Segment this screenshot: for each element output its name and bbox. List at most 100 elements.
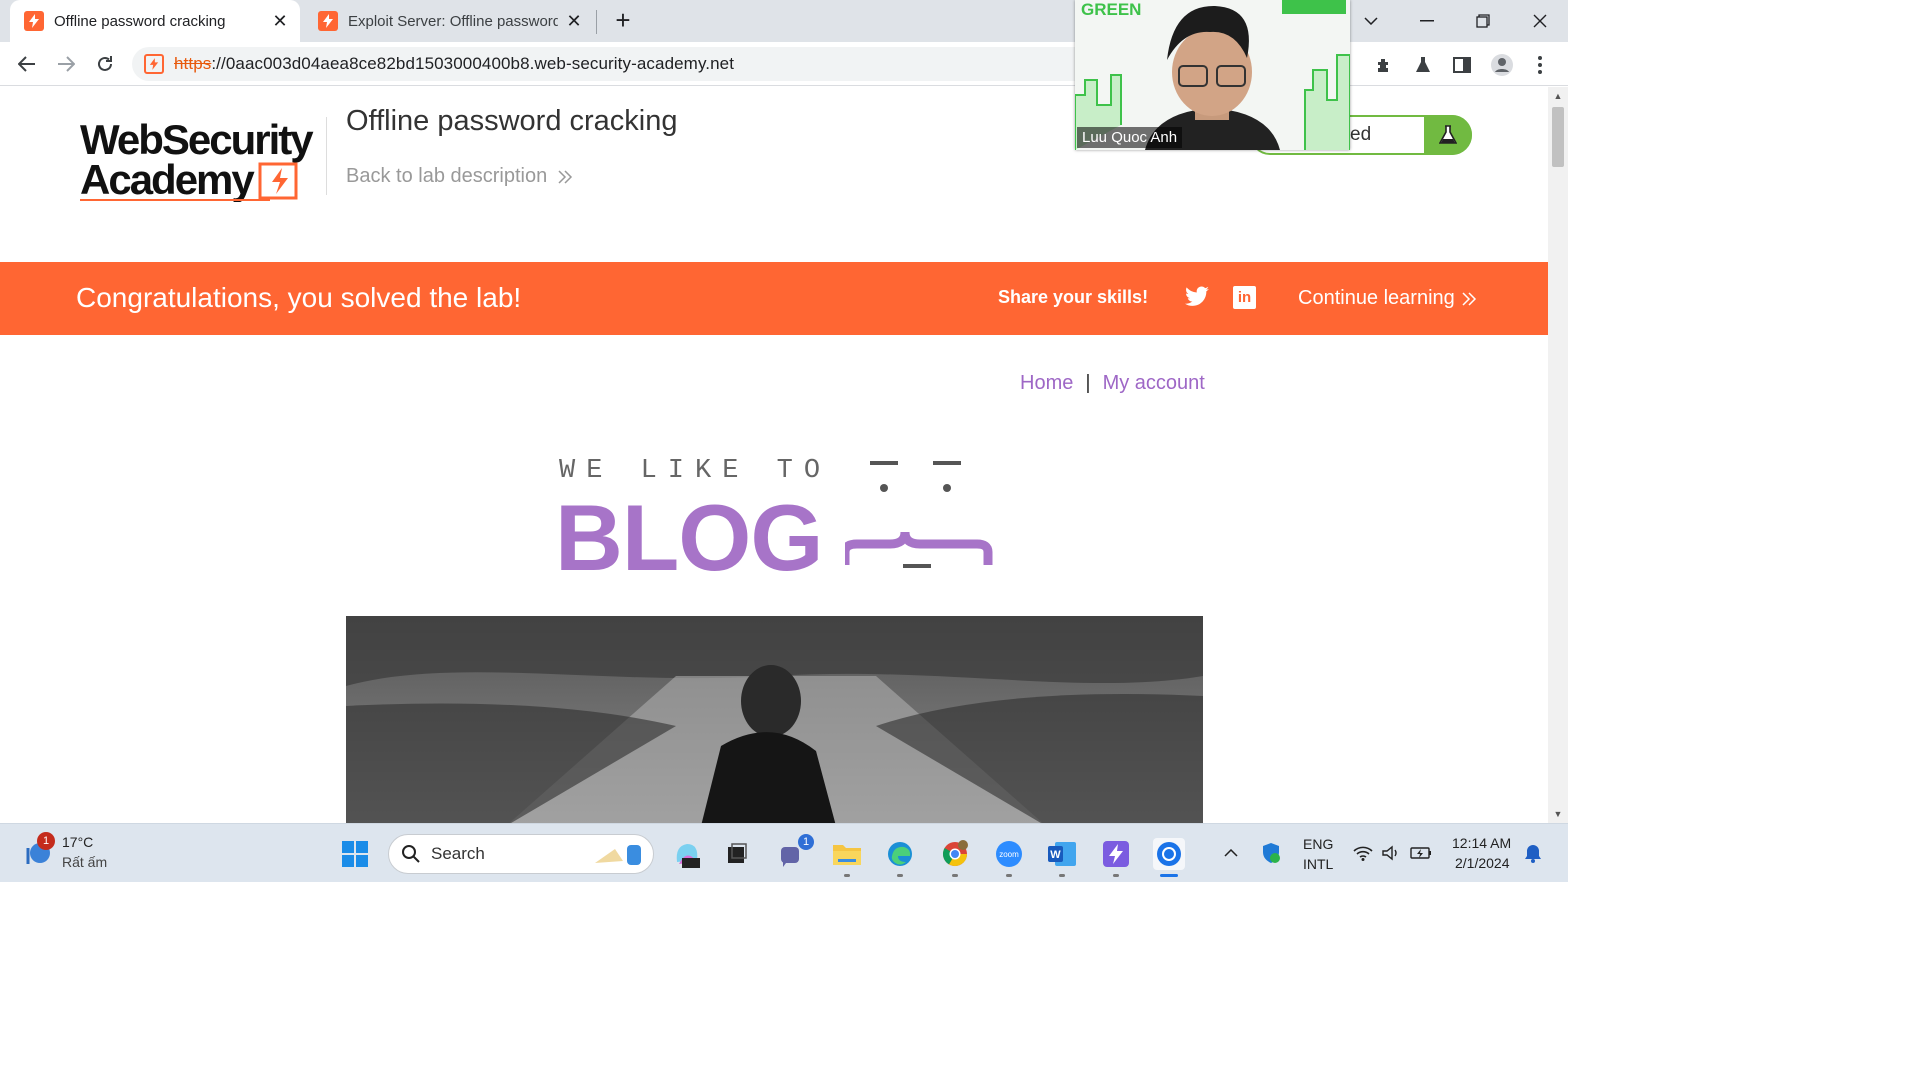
close-tab-icon[interactable]: ✕ bbox=[564, 11, 584, 31]
teams-badge: 1 bbox=[798, 834, 814, 850]
tab-title: Exploit Server: Offline password c bbox=[348, 12, 558, 30]
weather-temperature[interactable]: 17°C bbox=[62, 834, 93, 850]
linkedin-icon[interactable]: in bbox=[1233, 286, 1256, 309]
url-text: https://0aac003d04aea8ce82bd1503000400b8… bbox=[174, 54, 734, 74]
show-hidden-icons-chevron-icon[interactable] bbox=[1220, 842, 1242, 864]
flask-icon bbox=[1424, 115, 1472, 155]
running-indicator bbox=[1059, 874, 1065, 877]
windows-taskbar: 1 17°C Rất ấm Search 1 zoom W ENG INTL 1… bbox=[0, 823, 1568, 882]
windows-security-shield-icon[interactable] bbox=[1260, 842, 1282, 864]
tab-search-chevron-icon[interactable] bbox=[1358, 8, 1384, 34]
search-icon bbox=[402, 845, 420, 863]
file-explorer-icon[interactable] bbox=[831, 838, 863, 870]
zoom-icon[interactable]: zoom bbox=[993, 838, 1025, 870]
taskbar-search-box[interactable]: Search bbox=[388, 834, 654, 874]
forward-arrow-icon[interactable] bbox=[54, 52, 78, 76]
clock-date[interactable]: 2/1/2024 bbox=[1455, 855, 1510, 871]
header-divider bbox=[326, 117, 327, 195]
tab-exploit-server[interactable]: Exploit Server: Offline password c ✕ bbox=[304, 0, 594, 42]
blog-header-logo: WE LIKE TO BLOG bbox=[555, 452, 995, 590]
svg-text:Academy: Academy bbox=[80, 156, 255, 202]
url-host: ://0aac003d04aea8ce82bd1503000400b8.web-… bbox=[211, 54, 735, 73]
scroll-down-arrow-icon[interactable]: ▼ bbox=[1552, 809, 1564, 821]
back-arrow-icon[interactable] bbox=[15, 52, 39, 76]
search-label: Search bbox=[431, 844, 485, 863]
task-view-icon[interactable] bbox=[721, 838, 753, 870]
chrome-icon[interactable] bbox=[939, 838, 971, 870]
weather-description[interactable]: Rất ấm bbox=[62, 854, 107, 870]
battery-charging-icon[interactable] bbox=[1410, 842, 1432, 864]
back-link-label: Back to lab description bbox=[346, 165, 548, 187]
tab-title: Offline password cracking bbox=[54, 12, 226, 30]
not-secure-icon[interactable] bbox=[144, 54, 164, 74]
sponsor-tag bbox=[1282, 0, 1346, 14]
twitter-icon[interactable] bbox=[1184, 286, 1210, 312]
windows-start-icon[interactable] bbox=[339, 838, 371, 870]
page-content: WebSecurity Academy Offline password cra… bbox=[0, 87, 1548, 823]
edge-icon[interactable] bbox=[884, 838, 916, 870]
minimize-button[interactable] bbox=[1414, 8, 1440, 34]
running-indicator bbox=[844, 874, 850, 877]
menu-kebab-icon[interactable] bbox=[1528, 53, 1552, 77]
running-indicator bbox=[897, 874, 903, 877]
profile-avatar-icon[interactable] bbox=[1490, 53, 1514, 77]
lab-solved-banner: Congratulations, you solved the lab! Sha… bbox=[0, 262, 1548, 335]
input-layout[interactable]: INTL bbox=[1303, 856, 1333, 872]
home-link[interactable]: Home bbox=[1020, 372, 1073, 395]
blog-word: BLOG bbox=[555, 485, 824, 590]
continue-learning-label: Continue learning bbox=[1298, 287, 1455, 309]
web-security-academy-logo[interactable]: WebSecurity Academy bbox=[78, 112, 326, 203]
tab-offline-password-cracking[interactable]: Offline password cracking ✕ bbox=[10, 0, 300, 42]
input-language[interactable]: ENG bbox=[1303, 836, 1333, 852]
scroll-thumb[interactable] bbox=[1552, 107, 1564, 167]
congratulations-message: Congratulations, you solved the lab! bbox=[76, 282, 522, 313]
word-icon[interactable]: W bbox=[1046, 838, 1078, 870]
blog-face-icon bbox=[845, 461, 993, 568]
notification-bell-icon[interactable] bbox=[1522, 842, 1544, 864]
blog-tagline: WE LIKE TO bbox=[559, 456, 832, 486]
nav-separator: | bbox=[1085, 372, 1091, 394]
back-to-lab-description-link[interactable]: Back to lab description bbox=[346, 165, 573, 188]
scroll-up-arrow-icon[interactable]: ▲ bbox=[1552, 91, 1564, 103]
volume-icon[interactable] bbox=[1380, 842, 1402, 864]
extensions-icon[interactable] bbox=[1372, 53, 1396, 77]
new-tab-button[interactable]: + bbox=[610, 7, 636, 34]
lab-title: Offline password cracking bbox=[346, 105, 678, 137]
tab-divider bbox=[596, 10, 597, 34]
side-panel-icon[interactable] bbox=[1450, 53, 1474, 77]
teams-chat-icon[interactable]: 1 bbox=[776, 834, 814, 870]
wifi-icon[interactable] bbox=[1352, 842, 1374, 864]
search-highlight-icon bbox=[595, 845, 641, 865]
close-tab-icon[interactable]: ✕ bbox=[270, 11, 290, 31]
continue-learning-link[interactable]: Continue learning bbox=[1298, 287, 1477, 310]
blog-post-image[interactable] bbox=[346, 616, 1203, 823]
url-scheme: https bbox=[174, 54, 212, 73]
portswigger-icon bbox=[318, 11, 338, 31]
svg-text:zoom: zoom bbox=[999, 850, 1019, 859]
clock-time[interactable]: 12:14 AM bbox=[1452, 835, 1511, 851]
svg-text:W: W bbox=[1050, 849, 1061, 861]
labs-flask-icon[interactable] bbox=[1411, 53, 1435, 77]
page-scrollbar[interactable]: ▲ ▼ bbox=[1548, 87, 1568, 823]
participant-name: Luu Quoc Anh bbox=[1077, 127, 1183, 148]
double-chevron-right-icon bbox=[558, 169, 573, 184]
weather-notification-badge: 1 bbox=[37, 832, 55, 850]
my-account-link[interactable]: My account bbox=[1103, 372, 1205, 395]
chrome-active-icon[interactable] bbox=[1153, 838, 1185, 870]
reload-icon[interactable] bbox=[93, 52, 117, 76]
green-event-logo: GREEN bbox=[1081, 0, 1142, 19]
active-indicator bbox=[1160, 874, 1178, 877]
blog-nav: Home | My account bbox=[1020, 372, 1205, 395]
copilot-icon[interactable] bbox=[671, 838, 703, 870]
lab-status-label: ed bbox=[1350, 124, 1372, 145]
restore-button[interactable] bbox=[1470, 8, 1496, 34]
close-window-button[interactable] bbox=[1527, 8, 1553, 34]
running-indicator bbox=[1006, 874, 1012, 877]
share-skills-label: Share your skills! bbox=[998, 287, 1149, 307]
running-indicator bbox=[952, 874, 958, 877]
webcam-overlay[interactable]: GREEN Luu Quoc Anh bbox=[1075, 0, 1350, 150]
portswigger-icon bbox=[24, 11, 44, 31]
double-chevron-right-icon bbox=[1462, 291, 1476, 306]
running-indicator bbox=[1113, 874, 1119, 877]
burp-suite-icon[interactable] bbox=[1100, 838, 1132, 870]
